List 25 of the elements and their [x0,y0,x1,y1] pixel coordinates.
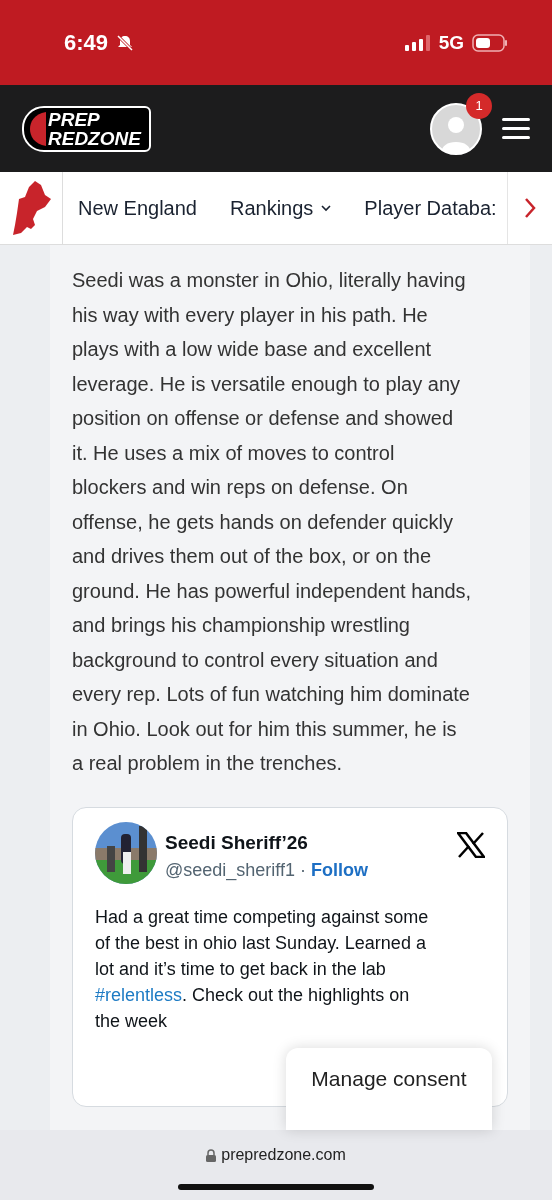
signal-icon [404,34,431,51]
profile-avatar[interactable] [430,102,482,155]
tweet-text: Had a great time competing against some of the best in ohio last Sunday. Learned a lot and it’s time to get back in the lab #relentless. Check out the highlights on the week [95,905,430,1033]
follow-link[interactable]: Follow [311,859,369,881]
nav-link[interactable]: Player Databa: [364,196,497,220]
lock-icon [206,1148,217,1162]
menu-icon[interactable] [502,117,530,140]
tweet-author-name: Seedi Sheriff’26 [165,831,309,854]
nav-link[interactable]: Rankings [229,196,332,220]
chevron-right-icon[interactable] [524,197,536,219]
notification-badge: 1 [466,92,492,119]
status-time: 6:49 [64,29,109,56]
manage-consent-button[interactable]: Manage consent [286,1048,492,1130]
tweet-handle: @seedi_sheriff1 [165,859,296,881]
nav-link[interactable]: New England [78,196,197,220]
muted-bell-icon [116,33,135,52]
network-label: 5G [438,31,464,54]
site-logo[interactable]: PREP REDZONE [22,105,151,152]
article-paragraph: Seedi was a monster in Ohio, literally having his way with every player in his path. He plays with a low wide base and excellent leverage. He is versatile enough to play any position on offense or defense and showed it. He uses a mix of moves to control blockers and win reps on defense. On offense, he gets hands on defender quickly and drives them out of the box, or on the ground. He has powerful independent hands, and brings his championship wrestling background to control every situation and every rep. Lots of fun watching him dominate in Ohio. Look out for him this summer, he is a real problem in the trenches. [72,268,472,776]
x-logo-icon[interactable] [457,831,485,858]
chevron-down-icon [321,204,332,212]
hashtag-link[interactable]: #relentless [95,984,183,1005]
region-map-icon[interactable] [11,181,51,235]
battery-icon [472,33,508,52]
separator-dot: · [300,859,307,881]
